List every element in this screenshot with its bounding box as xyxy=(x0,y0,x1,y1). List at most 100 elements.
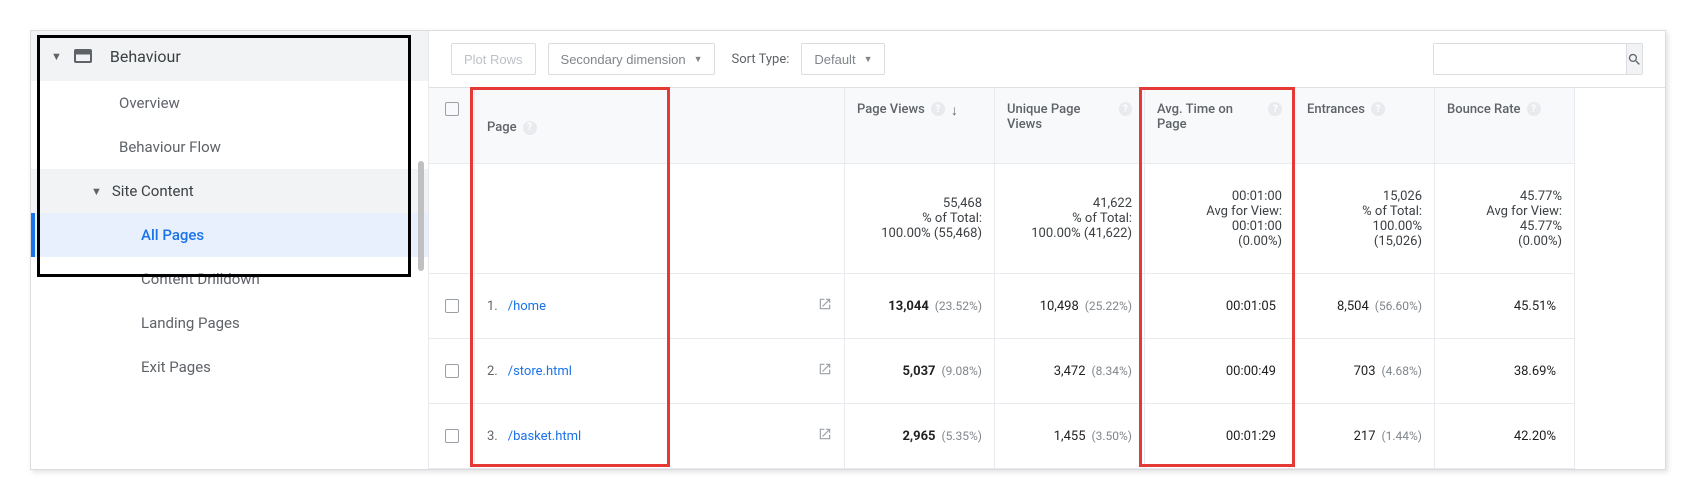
button-label: Secondary dimension xyxy=(561,52,686,67)
main-content: Plot Rows Secondary dimension Sort Type:… xyxy=(429,31,1665,469)
summary-page-views: 55,468 % of Total: 100.00% (55,468) xyxy=(845,164,995,274)
summary-sub: % of Total: xyxy=(1362,204,1422,219)
help-icon[interactable]: ? xyxy=(931,102,945,116)
summary-entrances: 15,026 % of Total: 100.00% (15,026) xyxy=(1295,164,1435,274)
row-bounce: 38.69% xyxy=(1435,339,1575,404)
row-checkbox-cell xyxy=(429,404,475,469)
column-label: Page Views xyxy=(857,102,925,117)
nav-section-behaviour[interactable]: Behaviour xyxy=(31,31,428,81)
column-label: Unique Page Views xyxy=(1007,102,1113,132)
row-checkbox-cell xyxy=(429,339,475,404)
help-icon[interactable]: ? xyxy=(523,121,537,135)
summary-value: 45.77% xyxy=(1520,189,1562,204)
row-bounce: 45.51% xyxy=(1435,274,1575,339)
external-link-icon[interactable] xyxy=(818,362,832,380)
summary-sub: 100.00% (41,622) xyxy=(1031,226,1132,241)
scrollbar-thumb[interactable] xyxy=(418,161,424,271)
row-unique: 1,455(3.50%) xyxy=(995,404,1145,469)
summary-sub: % of Total: xyxy=(922,211,982,226)
search-input[interactable] xyxy=(1434,44,1626,74)
select-all-checkbox[interactable] xyxy=(445,102,459,116)
help-icon[interactable]: ? xyxy=(1371,102,1385,116)
row-avg-time: 00:01:29 xyxy=(1145,404,1295,469)
nav-item-label: Behaviour Flow xyxy=(119,138,221,156)
row-number: 2. xyxy=(487,364,498,379)
nav-item-all-pages[interactable]: All Pages xyxy=(31,213,428,257)
row-checkbox-cell xyxy=(429,274,475,339)
sort-type-dropdown[interactable]: Default xyxy=(801,43,885,75)
help-icon[interactable]: ? xyxy=(1268,102,1282,116)
nav-section-label: Behaviour xyxy=(110,47,181,66)
caret-down-icon xyxy=(91,185,102,198)
page-link[interactable]: /basket.html xyxy=(508,429,581,444)
help-icon[interactable]: ? xyxy=(1119,102,1132,116)
summary-sub: Avg for View: xyxy=(1486,204,1562,219)
summary-sub: (0.00%) xyxy=(1518,234,1562,249)
row-number: 3. xyxy=(487,429,498,444)
nav-item-content-drilldown[interactable]: Content Drilldown xyxy=(31,257,428,301)
column-header-page[interactable]: Page ? xyxy=(475,88,845,164)
row-number: 1. xyxy=(487,299,498,314)
nav-item-label: Content Drilldown xyxy=(141,270,260,288)
row-unique: 3,472(8.34%) xyxy=(995,339,1145,404)
row-entrances: 8,504(56.60%) xyxy=(1295,274,1435,339)
summary-avg-time: 00:01:00 Avg for View: 00:01:00 (0.00%) xyxy=(1145,164,1295,274)
row-entrances: 703(4.68%) xyxy=(1295,339,1435,404)
column-header-entrances[interactable]: Entrances ? xyxy=(1295,88,1435,164)
row-bounce: 42.20% xyxy=(1435,404,1575,469)
nav-item-label: Site Content xyxy=(112,182,194,200)
row-pageviews: 2,965(5.35%) xyxy=(845,404,995,469)
secondary-dimension-dropdown[interactable]: Secondary dimension xyxy=(548,43,716,75)
row-page-cell: 2. /store.html xyxy=(475,339,845,404)
nav-item-behaviour-flow[interactable]: Behaviour Flow xyxy=(31,125,428,169)
column-label: Entrances xyxy=(1307,102,1365,117)
summary-sub: (0.00%) xyxy=(1238,234,1282,249)
row-avg-time: 00:00:49 xyxy=(1145,339,1295,404)
external-link-icon[interactable] xyxy=(818,427,832,445)
nav-item-site-content[interactable]: Site Content xyxy=(31,169,428,213)
summary-sub: 100.00% (55,468) xyxy=(881,226,982,241)
row-avg-time: 00:01:05 xyxy=(1145,274,1295,339)
column-label: Page xyxy=(487,120,517,135)
nav-item-exit-pages[interactable]: Exit Pages xyxy=(31,345,428,389)
row-pageviews: 13,044(23.52%) xyxy=(845,274,995,339)
summary-sub: % of Total: xyxy=(1072,211,1132,226)
row-checkbox[interactable] xyxy=(445,299,459,313)
help-icon[interactable]: ? xyxy=(1527,102,1541,116)
plot-rows-button[interactable]: Plot Rows xyxy=(451,43,536,75)
page-link[interactable]: /store.html xyxy=(508,364,572,379)
search-button[interactable] xyxy=(1626,44,1642,74)
nav-item-label: Overview xyxy=(119,94,180,112)
header-checkbox-cell xyxy=(429,88,475,164)
row-checkbox[interactable] xyxy=(445,364,459,378)
summary-value: 55,468 xyxy=(943,196,982,211)
column-header-bounce-rate[interactable]: Bounce Rate ? xyxy=(1435,88,1575,164)
column-header-unique-page-views[interactable]: Unique Page Views ? xyxy=(995,88,1145,164)
summary-blank xyxy=(429,164,475,274)
sort-type-label: Sort Type: xyxy=(731,52,789,67)
summary-value: 41,622 xyxy=(1093,196,1132,211)
column-header-page-views[interactable]: Page Views ? ↓ xyxy=(845,88,995,164)
toolbar: Plot Rows Secondary dimension Sort Type:… xyxy=(429,31,1665,87)
caret-down-icon xyxy=(51,50,62,63)
nav-item-landing-pages[interactable]: Landing Pages xyxy=(31,301,428,345)
nav-item-label: Exit Pages xyxy=(141,358,211,376)
nav-item-label: All Pages xyxy=(141,226,204,244)
row-entrances: 217(1.44%) xyxy=(1295,404,1435,469)
nav-item-overview[interactable]: Overview xyxy=(31,81,428,125)
row-checkbox[interactable] xyxy=(445,429,459,443)
column-header-avg-time[interactable]: Avg. Time on Page ? xyxy=(1145,88,1295,164)
summary-sub: (15,026) xyxy=(1374,234,1422,249)
summary-sub: 100.00% xyxy=(1373,219,1422,234)
nav-item-label: Landing Pages xyxy=(141,314,240,332)
summary-page-blank xyxy=(475,164,845,274)
behaviour-icon xyxy=(74,49,92,63)
external-link-icon[interactable] xyxy=(818,297,832,315)
button-label: Plot Rows xyxy=(464,52,523,67)
row-unique: 10,498(25.22%) xyxy=(995,274,1145,339)
summary-value: 00:01:00 xyxy=(1232,189,1282,204)
page-link[interactable]: /home xyxy=(508,299,546,314)
summary-value: 15,026 xyxy=(1383,189,1422,204)
column-label: Bounce Rate xyxy=(1447,102,1521,117)
summary-bounce-rate: 45.77% Avg for View: 45.77% (0.00%) xyxy=(1435,164,1575,274)
